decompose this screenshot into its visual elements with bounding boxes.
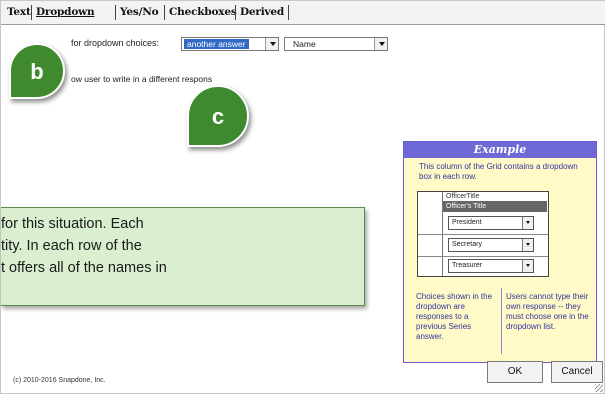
example-right-note: Users cannot type their own response -- …	[506, 292, 589, 331]
tab-divider	[288, 5, 289, 20]
tab-divider	[164, 5, 165, 20]
info-text-line: for this situation. Each	[1, 216, 144, 232]
tab-checkboxes[interactable]: Checkboxes	[169, 6, 237, 18]
tab-text[interactable]: Text	[7, 6, 31, 18]
example-grid: OfficerTitle Officer's Title President S…	[417, 191, 549, 277]
grid-row-line	[418, 256, 548, 257]
tab-divider	[115, 5, 116, 20]
copyright-text: (c) 2010-2016 Snapdone, Inc.	[13, 377, 106, 384]
chevron-down-icon	[522, 260, 533, 272]
tab-bar: Text Dropdown Yes/No Checkboxes Derived	[1, 1, 605, 25]
grid-column-name: OfficerTitle	[443, 192, 547, 202]
tab-divider	[235, 5, 236, 20]
callout-b-letter: b	[30, 59, 44, 84]
tab-dropdown[interactable]: Dropdown	[36, 6, 95, 18]
tab-yes-no[interactable]: Yes/No	[120, 6, 159, 18]
chevron-down-icon	[522, 239, 533, 251]
example-description: This column of the Grid contains a dropd…	[419, 162, 578, 181]
choice-source-value: another answer	[184, 39, 249, 49]
callout-b-marker: b	[9, 43, 65, 99]
ok-button[interactable]: OK	[487, 361, 543, 383]
chevron-down-icon[interactable]	[374, 38, 387, 50]
grid-cell-value: Secretary	[452, 241, 482, 248]
grid-cell-value: Treasurer	[452, 262, 483, 269]
example-note-divider	[501, 288, 502, 354]
cancel-button[interactable]: Cancel	[551, 361, 603, 383]
callout-c-marker: c	[187, 85, 249, 147]
tab-divider	[31, 5, 32, 20]
choices-source-label: for dropdown choices:	[71, 38, 160, 48]
grid-dropdown-cell: Treasurer	[448, 259, 534, 273]
grid-row-line	[418, 234, 548, 235]
choice-source-dropdown[interactable]: another answer	[181, 37, 279, 51]
dialog-window: Text Dropdown Yes/No Checkboxes Derived …	[0, 0, 605, 394]
info-callout-box: for this situation. Each tity. In each r…	[1, 207, 365, 306]
grid-dropdown-cell: President	[448, 216, 534, 230]
choice-field-dropdown[interactable]: Name	[284, 37, 388, 51]
callout-c-letter: c	[211, 104, 225, 129]
grid-column-title: Officer's Title	[443, 202, 547, 212]
chevron-down-icon[interactable]	[265, 38, 278, 50]
grid-dropdown-cell: Secretary	[448, 238, 534, 252]
example-panel: Example This column of the Grid contains…	[403, 141, 597, 363]
chevron-down-icon	[522, 217, 533, 229]
write-in-option-label: ow user to write in a different respons	[71, 74, 213, 84]
example-left-note: Choices shown in the dropdown are respon…	[416, 292, 493, 341]
tab-derived[interactable]: Derived	[240, 6, 284, 18]
choice-field-value: Name	[293, 39, 316, 49]
info-text-line: tity. In each row of the	[1, 238, 142, 254]
example-title: Example	[404, 142, 596, 158]
info-text-line: t offers all of the names in	[1, 260, 167, 276]
resize-grip-icon[interactable]	[595, 384, 603, 392]
grid-cell-value: President	[452, 219, 482, 226]
